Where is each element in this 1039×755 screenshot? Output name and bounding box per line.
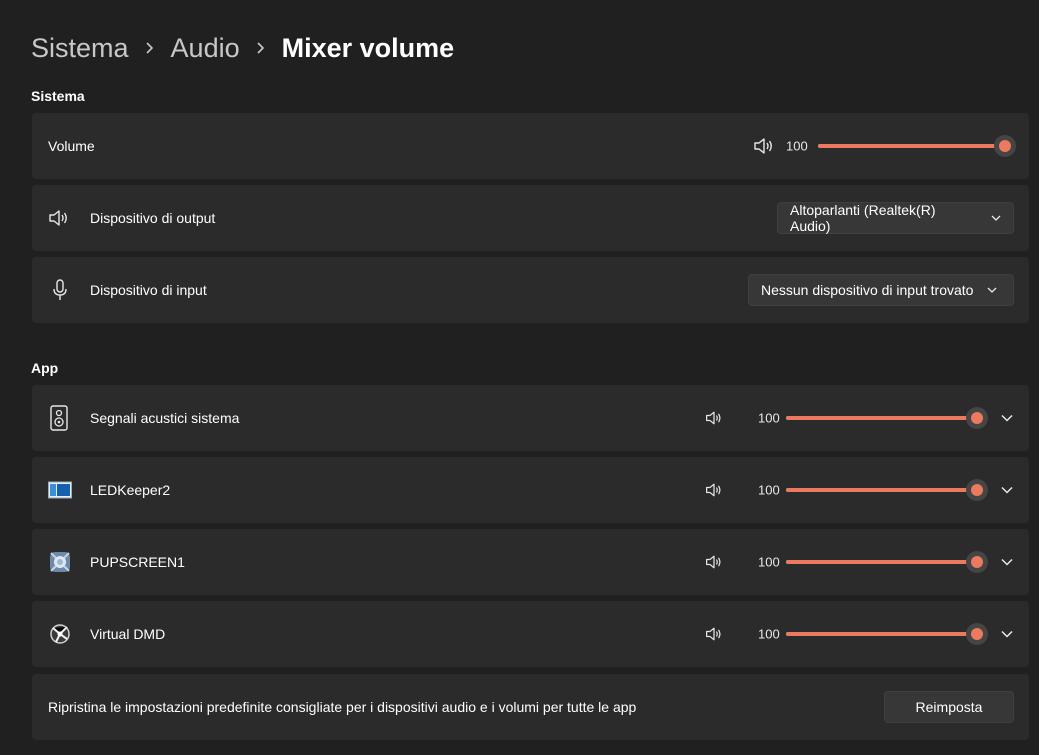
chevron-down-icon[interactable] [1001,486,1013,494]
slider-fill [786,488,977,492]
speaker-volume-icon[interactable] [705,482,723,498]
master-volume-card: Volume 100 [32,113,1029,179]
master-volume-value: 100 [786,138,808,154]
app-volume-value: 100 [758,554,780,570]
output-device-label: Dispositivo di output [90,210,216,226]
section-title-app: App [31,360,59,376]
virtual-dmd-app-icon [48,622,72,646]
breadcrumb: Sistema Audio Mixer volume [31,30,454,66]
app-name: Virtual DMD [90,626,166,642]
input-device-selected: Nessun dispositivo di input trovato [761,282,974,298]
slider-thumb[interactable] [994,135,1016,157]
app-volume-slider[interactable] [786,407,988,429]
slider-thumb[interactable] [966,479,988,501]
input-device-dropdown[interactable]: Nessun dispositivo di input trovato [748,274,1014,306]
chevron-right-icon [256,41,266,55]
speaker-volume-icon[interactable] [753,137,775,155]
slider-fill [818,144,1005,148]
app-name: Segnali acustici sistema [90,410,240,426]
slider-thumb[interactable] [966,551,988,573]
slider-fill [786,560,977,564]
speaker-icon [48,209,70,227]
app-row: Segnali acustici sistema 100 [32,385,1029,451]
speaker-volume-icon[interactable] [705,410,723,426]
app-volume-value: 100 [758,626,780,642]
section-title-sistema: Sistema [31,88,85,104]
input-device-label: Dispositivo di input [90,282,207,298]
app-row: Virtual DMD 100 [32,601,1029,667]
output-device-card: Dispositivo di output Altoparlanti (Real… [32,185,1029,251]
chevron-down-icon[interactable] [1001,630,1013,638]
input-device-card: Dispositivo di input Nessun dispositivo … [32,257,1029,323]
slider-fill [786,416,977,420]
speaker-volume-icon[interactable] [705,626,723,642]
chevron-down-icon [987,287,997,293]
app-volume-slider[interactable] [786,479,988,501]
app-name: LEDKeeper2 [90,482,171,498]
app-volume-value: 100 [758,410,780,426]
app-volume-slider[interactable] [786,623,988,645]
reset-button[interactable]: Reimposta [884,691,1014,723]
breadcrumb-item-sistema[interactable]: Sistema [31,33,129,64]
pupscreen-app-icon [48,550,72,574]
app-name: PUPSCREEN1 [90,554,185,570]
reset-card: Ripristina le impostazioni predefinite c… [32,674,1029,740]
ledkeeper-app-icon [48,481,72,499]
app-volume-slider[interactable] [786,551,988,573]
chevron-down-icon[interactable] [1001,414,1013,422]
app-row: PUPSCREEN1 100 [32,529,1029,595]
microphone-icon [52,279,68,301]
output-device-selected: Altoparlanti (Realtek(R) Audio) [790,202,936,234]
app-volume-value: 100 [758,482,780,498]
chevron-down-icon [991,215,1001,221]
chevron-down-icon[interactable] [1001,558,1013,566]
app-row: LEDKeeper2 100 [32,457,1029,523]
speaker-volume-icon[interactable] [705,554,723,570]
breadcrumb-item-audio[interactable]: Audio [171,33,240,64]
volume-label: Volume [48,138,95,154]
slider-fill [786,632,977,636]
master-volume-slider[interactable] [818,135,1016,157]
slider-thumb[interactable] [966,623,988,645]
chevron-right-icon [145,41,155,55]
slider-thumb[interactable] [966,407,988,429]
speaker-device-icon [50,405,68,431]
reset-description: Ripristina le impostazioni predefinite c… [48,699,637,715]
output-device-dropdown[interactable]: Altoparlanti (Realtek(R) Audio) [777,202,1014,234]
page-title: Mixer volume [281,32,455,63]
